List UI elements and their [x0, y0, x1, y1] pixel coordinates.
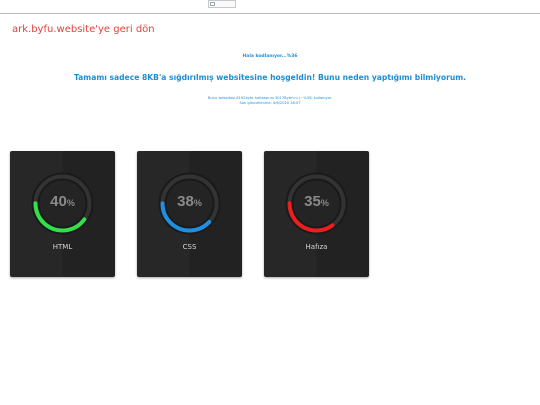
percent-css: 38% — [137, 193, 242, 210]
card-css: 38% CSS — [137, 151, 242, 277]
info-line-updated: Son güncellenme: 4/6/2020 18:07 — [239, 101, 301, 105]
info-text: Bunu websitesi 8192byte hafızasının 3017… — [0, 96, 540, 106]
percent-value: 40 — [50, 193, 67, 210]
card-label-css: CSS — [182, 243, 197, 251]
card-label-memory: Hafıza — [305, 243, 328, 251]
percent-html: 40% — [10, 193, 115, 210]
page-headline: Tamamı sadece 8KB'a sığdırılmış websites… — [73, 73, 467, 82]
back-link[interactable]: ark.byfu.website'ye geri dön — [12, 24, 155, 35]
percent-value: 35 — [304, 193, 321, 210]
status-line: Hala kodlanıyor...%36 — [242, 54, 298, 59]
card-label-html: HTML — [52, 243, 73, 251]
card-memory: 35% Hafıza — [264, 151, 369, 277]
percent-unit: % — [66, 198, 75, 208]
card-html: 40% HTML — [10, 151, 115, 277]
percent-unit: % — [320, 198, 329, 208]
percent-value: 38 — [177, 193, 194, 210]
top-bar — [0, 0, 540, 14]
percent-memory: 35% — [264, 193, 369, 210]
percent-unit: % — [193, 198, 202, 208]
broken-image-icon — [208, 0, 236, 8]
